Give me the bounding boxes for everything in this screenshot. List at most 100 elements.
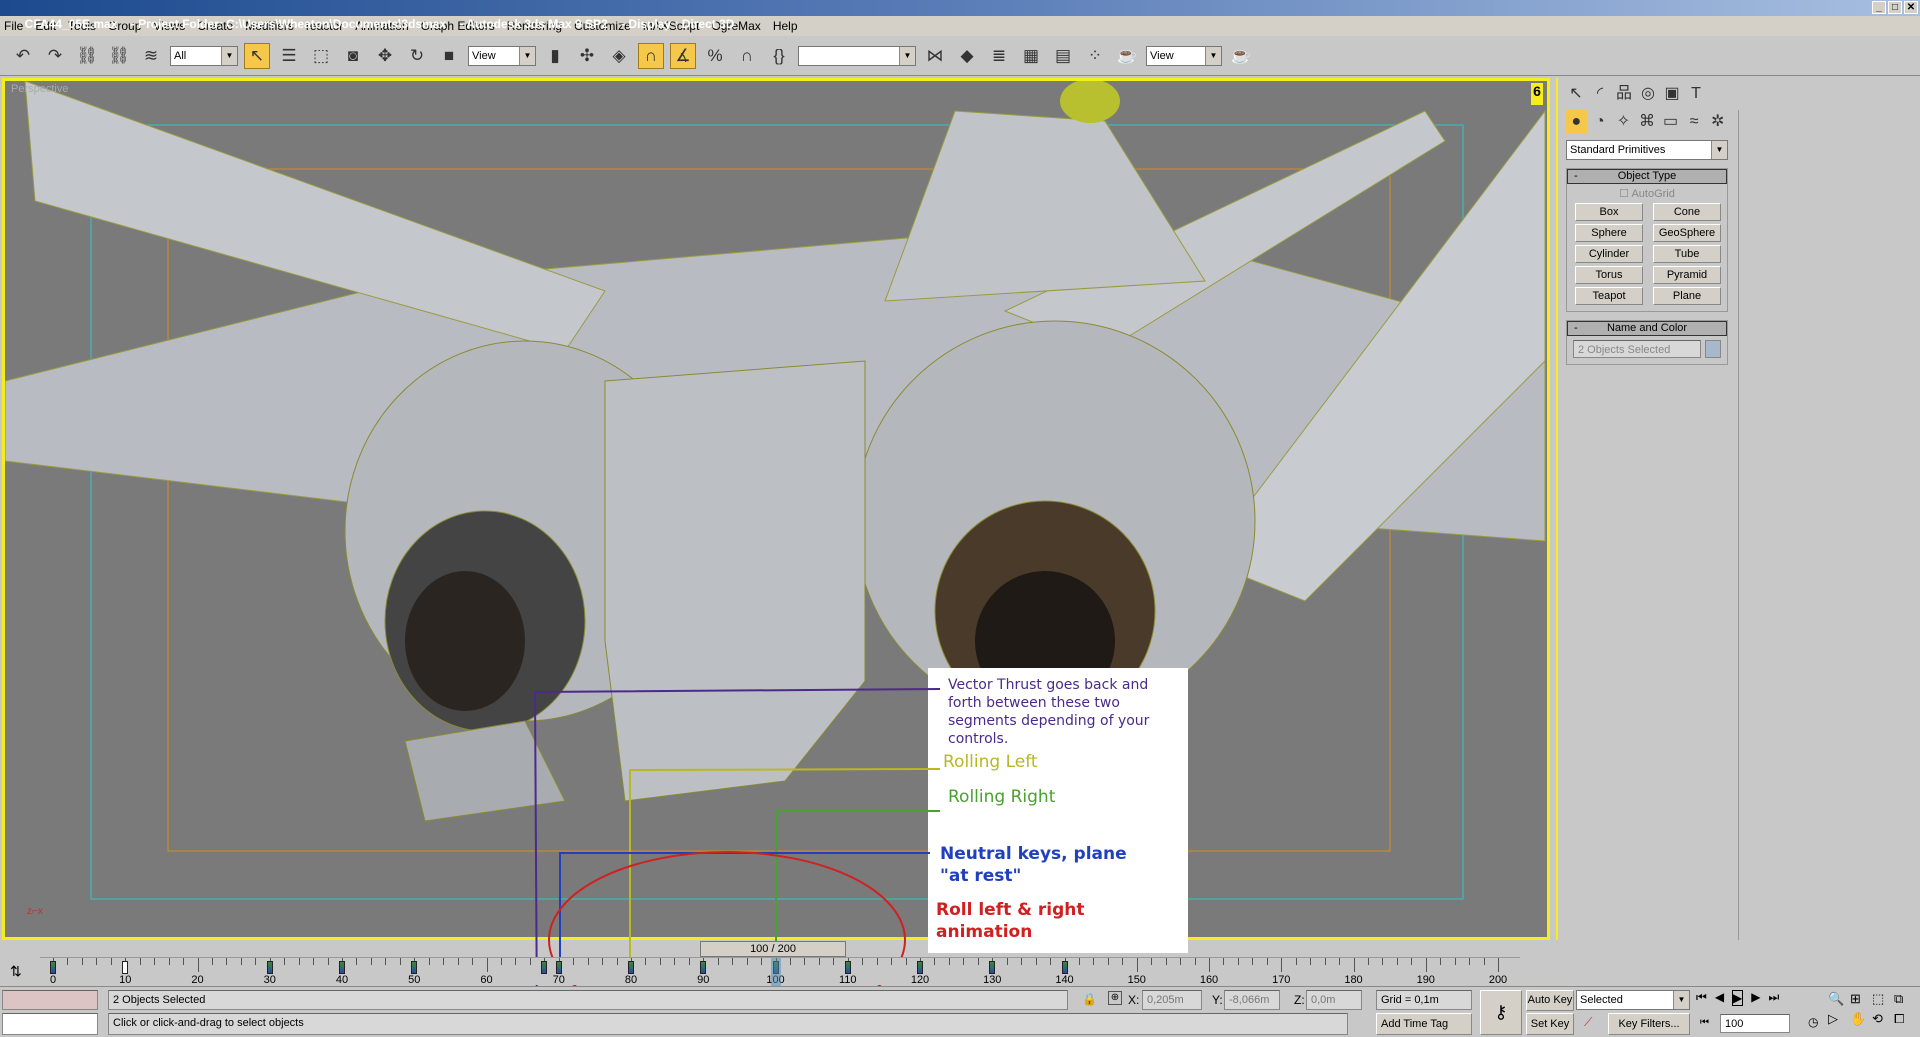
motion-tab-icon[interactable]: ◎ — [1636, 82, 1660, 106]
absolute-mode-icon[interactable]: ⊕ — [1108, 991, 1122, 1005]
keyframe-marker[interactable] — [266, 961, 273, 974]
zoom-extents-icon[interactable]: ⬚ — [1872, 991, 1894, 1007]
field-of-view-icon[interactable]: ▷ — [1828, 1011, 1850, 1027]
maximize-viewport-icon[interactable]: ⧠ — [1894, 1011, 1916, 1027]
angle-snap-icon[interactable]: ∡ — [670, 42, 696, 69]
maximize-button[interactable]: □ — [1888, 1, 1902, 14]
percent-snap-icon[interactable]: % — [702, 43, 728, 69]
keyframe-marker[interactable] — [50, 961, 56, 974]
unlink-icon[interactable]: ⛓ — [106, 43, 132, 69]
keyframe-marker[interactable] — [122, 961, 129, 974]
space-warps-icon[interactable]: ≈ — [1684, 110, 1705, 134]
next-frame-icon[interactable]: ▶ — [1751, 990, 1760, 1006]
object-type-header[interactable]: - Object Type — [1567, 169, 1727, 184]
play-icon[interactable]: ▶ — [1732, 990, 1744, 1006]
keyframe-marker[interactable] — [628, 961, 634, 974]
lock-icon[interactable]: 🔒 — [1082, 992, 1097, 1006]
set-key-icon[interactable]: ⚷ — [1480, 990, 1522, 1035]
helpers-icon[interactable]: ▭ — [1660, 110, 1681, 134]
quick-render-icon[interactable]: ☕ — [1228, 43, 1254, 69]
modify-tab-icon[interactable]: ◜ — [1588, 82, 1612, 106]
pan-icon[interactable]: ✋ — [1850, 1011, 1872, 1027]
schematic-view-icon[interactable]: ▤ — [1050, 43, 1076, 69]
current-frame-marker[interactable] — [770, 958, 781, 986]
primitive-category-dropdown[interactable]: Standard Primitives — [1566, 140, 1728, 160]
close-button[interactable]: ✕ — [1904, 1, 1918, 14]
scale-icon[interactable]: ■ — [436, 43, 462, 69]
create-tab-icon[interactable]: ↖ — [1564, 82, 1588, 106]
geosphere-button[interactable]: GeoSphere — [1653, 224, 1721, 242]
render-scene-icon[interactable]: ☕ — [1114, 43, 1140, 69]
time-configuration-icon[interactable]: ◷ — [1808, 1015, 1818, 1029]
redo-icon[interactable]: ↷ — [42, 43, 68, 69]
viewport-label[interactable]: Perspective — [11, 83, 68, 95]
set-key-button[interactable]: Set Key — [1526, 1013, 1574, 1035]
rect-selection-icon[interactable]: ⬚ — [308, 43, 334, 69]
box-button[interactable]: Box — [1575, 203, 1643, 221]
arc-rotate-icon[interactable]: ⟲ — [1872, 1011, 1894, 1027]
keyframe-marker[interactable] — [989, 961, 996, 974]
keyframe-marker[interactable] — [1061, 961, 1068, 974]
minimize-button[interactable]: _ — [1872, 1, 1886, 14]
keyframe-marker[interactable] — [339, 961, 345, 974]
z-coordinate-field[interactable]: 0,0m — [1306, 990, 1362, 1010]
material-editor-icon[interactable]: ⁘ — [1082, 43, 1108, 69]
bind-space-warp-icon[interactable]: ≋ — [138, 43, 164, 69]
add-time-tag-button[interactable]: Add Time Tag — [1376, 1013, 1472, 1035]
y-coordinate-field[interactable]: -8,066m — [1224, 990, 1280, 1010]
perspective-viewport[interactable]: Perspective 6 z⌐x — [2, 78, 1550, 940]
layer-manager-icon[interactable]: ≣ — [986, 43, 1012, 69]
window-crossing-icon[interactable]: ◙ — [340, 43, 366, 69]
keyframe-marker[interactable] — [555, 961, 562, 974]
hierarchy-tab-icon[interactable]: 品 — [1612, 82, 1636, 106]
key-filters-button[interactable]: Key Filters... — [1608, 1013, 1690, 1035]
link-icon[interactable]: ⛓ — [74, 43, 100, 69]
keyboard-shortcut-icon[interactable]: ◈ — [606, 43, 632, 69]
utilities-tab-icon[interactable]: T — [1684, 82, 1708, 106]
name-color-header[interactable]: - Name and Color — [1567, 321, 1727, 336]
display-tab-icon[interactable]: ▣ — [1660, 82, 1684, 106]
edit-named-selection-icon[interactable]: {} — [766, 43, 792, 69]
rotate-icon[interactable]: ↻ — [404, 43, 430, 69]
sphere-button[interactable]: Sphere — [1575, 224, 1643, 242]
shapes-icon[interactable]: ◔ — [1590, 110, 1611, 134]
select-object-icon[interactable]: ↖ — [244, 42, 270, 69]
cylinder-button[interactable]: Cylinder — [1575, 245, 1643, 263]
snap-toggle-icon[interactable]: ∩ — [638, 42, 664, 69]
torus-button[interactable]: Torus — [1575, 266, 1643, 284]
tube-button[interactable]: Tube — [1653, 245, 1721, 263]
ref-coord-dropdown[interactable]: View — [468, 45, 536, 66]
spinner-snap-icon[interactable]: ∩ — [734, 43, 760, 69]
manipulate-icon[interactable]: ✣ — [574, 43, 600, 69]
go-to-end-icon[interactable]: ⏭ — [1769, 990, 1780, 1006]
zoom-icon[interactable]: 🔍 — [1828, 991, 1850, 1007]
object-name-field[interactable]: 2 Objects Selected — [1573, 340, 1702, 358]
keyframe-marker[interactable] — [917, 961, 923, 974]
plane-button[interactable]: Plane — [1653, 287, 1721, 305]
time-slider[interactable]: 100 / 200 — [700, 941, 846, 957]
selection-filter-dropdown[interactable]: All — [170, 45, 238, 66]
default-tangents-icon[interactable]: ⟋ — [1584, 1015, 1592, 1030]
systems-icon[interactable]: ✲ — [1707, 110, 1728, 134]
zoom-all-icon[interactable]: ⊞ — [1850, 991, 1872, 1007]
keyframe-marker[interactable] — [844, 961, 851, 974]
timeline-track[interactable]: 0102030405060708090100110120130140150160… — [40, 957, 1520, 986]
cone-button[interactable]: Cone — [1653, 203, 1721, 221]
key-mode-dropdown[interactable]: Selected — [1576, 990, 1690, 1010]
keyframe-marker[interactable] — [411, 961, 418, 974]
pivot-icon[interactable]: ▮ — [542, 43, 568, 69]
previous-frame-icon[interactable]: ◀ — [1715, 990, 1724, 1006]
geometry-icon[interactable]: ● — [1566, 110, 1587, 134]
lights-icon[interactable]: ✧ — [1613, 110, 1634, 134]
curve-editor-icon[interactable]: ▦ — [1018, 43, 1044, 69]
render-view-dropdown[interactable]: View — [1146, 45, 1222, 66]
open-mini-curve-editor-icon[interactable]: ⇅ — [10, 963, 22, 980]
current-frame-field[interactable]: 100 — [1720, 1014, 1790, 1033]
named-selection-dropdown[interactable] — [798, 45, 916, 66]
x-coordinate-field[interactable]: 0,205m — [1142, 990, 1202, 1010]
align-icon[interactable]: ◆ — [954, 43, 980, 69]
mirror-icon[interactable]: ⋈ — [922, 43, 948, 69]
select-by-name-icon[interactable]: ☰ — [276, 43, 302, 69]
keyframe-marker[interactable] — [700, 961, 707, 974]
menu-help[interactable]: Help — [773, 19, 798, 33]
